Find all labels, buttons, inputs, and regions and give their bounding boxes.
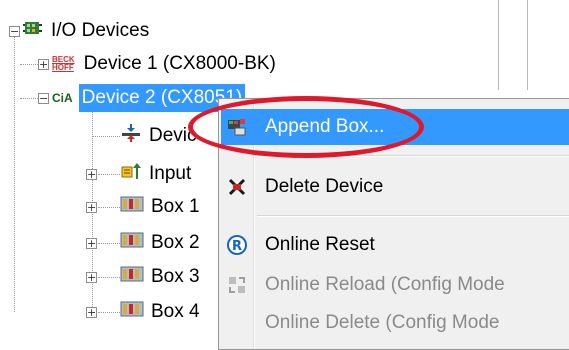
expand-toggle[interactable]: + <box>86 238 97 249</box>
tree-item-label: Input <box>149 163 192 184</box>
io-devices-icon <box>22 18 44 44</box>
tree-item-device-image[interactable]: Devic <box>120 121 200 151</box>
box-icon <box>120 299 144 325</box>
online-reset-icon: R <box>221 234 253 256</box>
menu-item-append-box[interactable]: Append Box... <box>221 109 569 145</box>
tree-guide-line <box>92 136 120 137</box>
box-icon <box>120 264 144 290</box>
append-box-icon <box>221 117 253 137</box>
menu-item-online-reset[interactable]: R Online Reset <box>221 227 569 263</box>
box-icon <box>120 194 144 220</box>
expand-toggle[interactable]: + <box>86 272 97 283</box>
tree-item-box-4[interactable]: Box 4 <box>120 297 203 327</box>
svg-text:R: R <box>232 239 242 254</box>
expand-toggle[interactable]: + <box>86 307 97 318</box>
box-icon <box>120 230 144 256</box>
menu-item-online-delete[interactable]: Online Delete (Config Mode <box>221 305 569 341</box>
context-menu: Append Box... Delete Device R Online Res… <box>218 98 569 350</box>
tree-item-label: Box 1 <box>151 196 200 217</box>
inputs-icon <box>120 161 142 187</box>
menu-item-label: Online Delete (Config Mode <box>265 312 500 333</box>
tree-item-label: Box 3 <box>151 266 200 287</box>
menu-separator <box>257 215 569 217</box>
tree-guide-line <box>98 174 120 175</box>
beckhoff-logo-icon: BECK HOFF <box>52 55 75 72</box>
tree-item-label: Device 1 (CX8000-BK) <box>83 53 276 74</box>
tree-item-inputs[interactable]: Input <box>120 159 194 189</box>
online-reload-icon <box>221 274 253 296</box>
menu-item-label: Delete Device <box>265 176 384 197</box>
tree-item-box-1[interactable]: Box 1 <box>120 192 203 222</box>
collapse-toggle[interactable]: − <box>9 26 20 37</box>
delete-device-icon <box>221 177 253 197</box>
cia-logo-icon: CiA <box>52 91 73 105</box>
tree-item-io-devices[interactable]: I/O Devices <box>22 16 152 46</box>
menu-item-delete-device[interactable]: Delete Device <box>221 169 569 205</box>
expand-toggle[interactable]: + <box>86 169 97 180</box>
tree-guide-line <box>98 243 120 244</box>
tree-guide-line <box>98 207 120 208</box>
tree-guide-line <box>20 64 40 65</box>
tree-item-label: Box 2 <box>151 232 200 253</box>
menu-item-label: Online Reset <box>265 234 375 255</box>
tree-item-device-2[interactable]: CiA Device 2 (CX8051) <box>52 83 246 113</box>
tree-item-label: Box 4 <box>151 301 200 322</box>
tree-item-label: Devic <box>149 125 197 146</box>
menu-item-label: Online Reload (Config Mode <box>265 274 505 295</box>
expand-toggle[interactable]: + <box>38 59 49 70</box>
device-connector-icon <box>120 123 142 149</box>
tree-item-label: I/O Devices <box>51 20 150 41</box>
tree-guide-line <box>98 312 120 313</box>
tree-item-box-2[interactable]: Box 2 <box>120 228 203 258</box>
tree-guide-line <box>14 36 15 312</box>
expand-toggle[interactable]: + <box>86 202 97 213</box>
pane-splitter-line <box>498 0 499 90</box>
tree-item-device-1[interactable]: BECK HOFF Device 1 (CX8000-BK) <box>52 49 279 79</box>
collapse-toggle[interactable]: − <box>38 93 49 104</box>
menu-item-online-reload[interactable]: Online Reload (Config Mode <box>221 267 569 303</box>
menu-item-label: Append Box... <box>265 116 385 137</box>
menu-separator <box>257 155 569 157</box>
tree-item-box-3[interactable]: Box 3 <box>120 262 203 292</box>
tree-guide-line <box>98 277 120 278</box>
tree-guide-line <box>92 112 93 317</box>
tree-guide-line <box>20 98 40 99</box>
pane-splitter-line <box>527 0 528 90</box>
